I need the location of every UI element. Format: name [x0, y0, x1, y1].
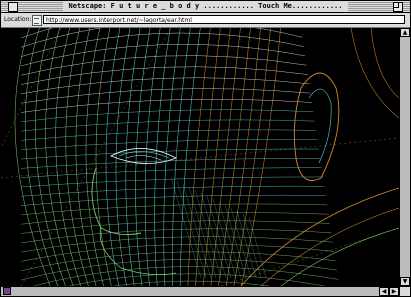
close-box-icon[interactable] [8, 2, 18, 12]
arrow-up-icon[interactable]: ▲ [400, 28, 410, 37]
arrow-right-icon[interactable]: ▶ [389, 287, 399, 296]
browser-window: Netscape: F u t u r e _ b o d y ........… [0, 0, 411, 297]
resize-grip-icon[interactable] [399, 286, 410, 296]
zoom-box-icon[interactable] [393, 2, 403, 12]
page-content [1, 28, 399, 286]
security-key-icon[interactable] [3, 287, 11, 295]
location-bar: Location: http://www.users.interport.net… [1, 13, 410, 28]
location-label: Location: [4, 16, 32, 23]
vertical-scrollbar[interactable]: ▲ ▼ [399, 28, 410, 286]
arrow-left-icon[interactable]: ◀ [379, 287, 389, 296]
horizontal-scrollbar[interactable]: ◀ ▶ [1, 286, 399, 296]
window-title: Netscape: F u t u r e _ b o d y ........… [62, 1, 349, 12]
location-url-field[interactable]: http://www.users.interport.net/~lagorta/… [43, 15, 405, 24]
title-bar[interactable]: Netscape: F u t u r e _ b o d y ........… [1, 1, 410, 13]
wireframe-head-image [1, 28, 399, 286]
arrow-down-icon[interactable]: ▼ [400, 277, 410, 286]
bookmark-icon[interactable] [32, 15, 42, 26]
